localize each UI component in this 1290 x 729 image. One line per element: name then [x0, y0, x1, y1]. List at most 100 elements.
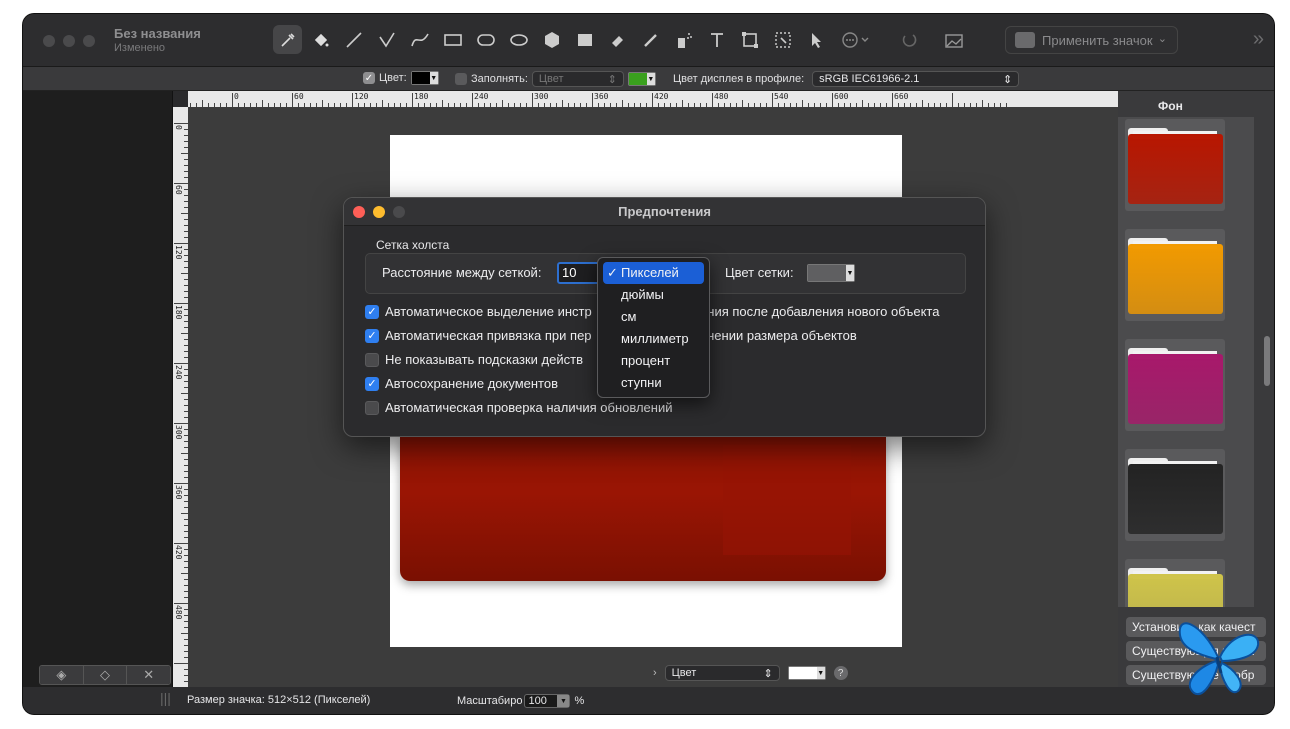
unit-menu-item[interactable]: процент: [603, 350, 704, 372]
ruler-label: 480: [174, 605, 183, 620]
preference-option[interactable]: Автоматическая проверка наличия обновлен…: [365, 400, 672, 415]
ruler-tick: [352, 93, 353, 107]
preference-checkbox[interactable]: ✓: [365, 376, 379, 391]
pattern-folder[interactable]: [1125, 559, 1225, 607]
canvas-background-bar: › Цвет ⇕ ▼ ?: [653, 665, 848, 681]
unit-dropdown-menu: ✓ Пикселей дюймы см миллиметр процент ступни: [597, 257, 710, 398]
rectangle-icon[interactable]: [438, 25, 467, 54]
updown-icon: ⇕: [607, 73, 617, 86]
stroke-color-option: ✓ Цвет: ▼: [363, 71, 439, 85]
selection-icon[interactable]: [768, 25, 797, 54]
eraser-icon[interactable]: [603, 25, 632, 54]
preference-label: Не показывать подсказки действ: [385, 352, 583, 367]
document-status: Изменено: [114, 42, 166, 54]
black-folder[interactable]: [1125, 449, 1225, 541]
unit-menu-label: миллиметр: [621, 331, 689, 346]
ruler-label: 60: [174, 185, 183, 195]
line-icon[interactable]: [339, 25, 368, 54]
unit-menu-label: Пикселей: [621, 265, 679, 280]
preference-checkbox[interactable]: ✓: [365, 328, 379, 343]
double-chevron-icon[interactable]: »: [1253, 28, 1264, 51]
brush-icon[interactable]: [636, 25, 665, 54]
folder-body: [1128, 354, 1223, 424]
eyedropper-icon[interactable]: [273, 25, 302, 54]
ruler-tick: [262, 100, 263, 107]
pointer-icon[interactable]: [801, 25, 830, 54]
chevron-down-icon: ⌄: [1157, 33, 1167, 45]
chevron-right-icon[interactable]: ›: [653, 667, 657, 679]
fill-type-select[interactable]: Цвет ⇕: [531, 71, 624, 87]
background-color-well[interactable]: ▼: [787, 666, 826, 680]
text-icon[interactable]: [702, 25, 731, 54]
delete-layer-icon[interactable]: ✕: [127, 666, 170, 684]
chevron-down-icon: ▼: [557, 695, 570, 707]
ruler-label: 60: [294, 92, 304, 101]
filled-rect-icon[interactable]: [570, 25, 599, 54]
folder-list[interactable]: [1118, 117, 1254, 607]
image-icon[interactable]: [939, 25, 968, 54]
dialog-zoom-button[interactable]: [393, 206, 405, 218]
chevron-down-icon: ▼: [429, 72, 438, 84]
unit-menu-item[interactable]: ступни: [603, 372, 704, 394]
ruler-label: 180: [414, 92, 429, 101]
ruler-tick: [802, 100, 803, 107]
transform-icon[interactable]: [735, 25, 764, 54]
background-type-select[interactable]: Цвет ⇕: [664, 665, 780, 681]
unit-menu-item[interactable]: миллиметр: [603, 328, 704, 350]
scrollbar[interactable]: [1264, 336, 1270, 386]
apply-icon-button[interactable]: Применить значок ⌄: [1005, 26, 1178, 54]
curve-icon[interactable]: [405, 25, 434, 54]
layers-icon[interactable]: ◈: [40, 666, 84, 684]
fill-checkbox[interactable]: [455, 73, 467, 85]
fill-option: Заполнять: Цвет ⇕ ▼: [455, 71, 656, 87]
spray-icon[interactable]: [669, 25, 698, 54]
ruler-tick: [174, 483, 188, 484]
grid-spacing-input[interactable]: 10: [557, 262, 601, 284]
zoom-input[interactable]: 100 ▼: [524, 694, 571, 708]
layer-duplicate-icon[interactable]: ◇: [83, 666, 128, 684]
fill-color-well[interactable]: ▼: [627, 72, 656, 86]
redo-icon[interactable]: [894, 25, 923, 54]
magenta-folder[interactable]: [1125, 339, 1225, 431]
ruler-tick: [502, 100, 503, 107]
grid-color-well[interactable]: ▼: [807, 264, 855, 282]
ruler-tick: [181, 633, 188, 634]
preference-option[interactable]: ✓ Автосохранение документов: [365, 376, 558, 391]
unit-menu-item[interactable]: дюймы: [603, 284, 704, 306]
more-icon[interactable]: [834, 25, 878, 54]
zoom-control: Масштабиро 100 ▼ %: [457, 694, 584, 708]
ellipse-icon[interactable]: [504, 25, 533, 54]
red-folder[interactable]: [1125, 119, 1225, 211]
stroke-color-checkbox[interactable]: ✓: [363, 72, 375, 84]
ruler-label: 420: [654, 92, 669, 101]
tool-palette: [273, 25, 968, 54]
fill-icon[interactable]: [306, 25, 335, 54]
close-window-button[interactable]: [43, 35, 55, 47]
orange-folder[interactable]: [1125, 229, 1225, 321]
preference-label: Автоматическая проверка наличия обновлен…: [385, 400, 673, 415]
stroke-color-well[interactable]: ▼: [410, 71, 439, 85]
zoom-percent: %: [574, 695, 585, 707]
help-button[interactable]: ?: [833, 666, 848, 680]
profile-select[interactable]: sRGB IEC61966-2.1 ⇕: [812, 71, 1020, 87]
zoom-label: Масштабиро: [457, 695, 523, 707]
polygon-icon[interactable]: [537, 25, 566, 54]
ruler-label: 0: [234, 92, 239, 101]
dialog-close-button[interactable]: [353, 206, 365, 218]
dialog-minimize-button[interactable]: [373, 206, 385, 218]
zoom-window-button[interactable]: [83, 35, 95, 47]
preference-checkbox[interactable]: [365, 400, 379, 415]
preference-checkbox[interactable]: [365, 352, 379, 367]
minimize-window-button[interactable]: [63, 35, 75, 47]
preference-checkbox[interactable]: ✓: [365, 304, 379, 319]
ruler-tick: [181, 453, 188, 454]
unit-menu-item[interactable]: ✓ Пикселей: [603, 262, 704, 284]
folder-body: [1128, 134, 1223, 204]
ruler-tick: [562, 100, 563, 107]
preference-option[interactable]: Не показывать подсказки действ: [365, 352, 583, 367]
unit-menu-item[interactable]: см: [603, 306, 704, 328]
polyline-icon[interactable]: [372, 25, 401, 54]
ruler-label: 600: [834, 92, 849, 101]
resize-grip-icon[interactable]: |||: [160, 690, 171, 706]
rounded-rect-icon[interactable]: [471, 25, 500, 54]
